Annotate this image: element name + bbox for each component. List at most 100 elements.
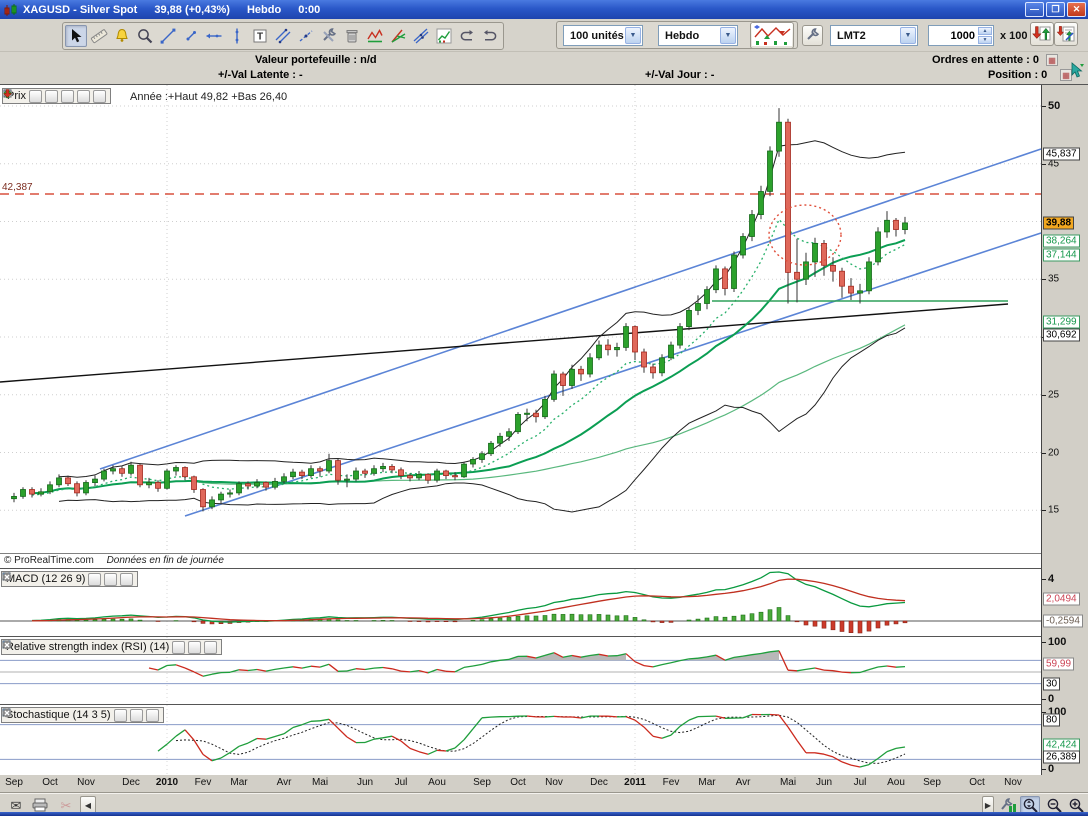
arrow-down-icon[interactable] [93,90,106,103]
tool-crossed-lines-button[interactable] [410,25,432,47]
buy-sell-order-button[interactable] [1030,22,1054,46]
wrench-icon[interactable] [88,573,101,586]
ruler-icon [90,27,108,45]
close-icon[interactable] [204,641,217,654]
price-axis-label: 20 [1048,448,1059,459]
price-value-box: 38,264 [1043,235,1080,248]
window-icon[interactable] [45,90,58,103]
tool-parallel-lines-button[interactable] [272,25,294,47]
tool-text-button[interactable]: T [249,25,271,47]
time-axis-label: Fev [663,777,680,788]
price-chart-canvas[interactable] [0,85,1042,568]
price-panel-header: Prix [2,88,111,104]
tool-pattern-zigzag-button[interactable] [364,25,386,47]
cursor-icon [67,27,85,45]
time-axis-label: Mar [230,777,247,788]
restore-button[interactable]: ❐ [1046,2,1065,17]
macd-panel[interactable]: MACD (12 26 9) [0,568,1042,636]
tool-delete-drawing-button[interactable] [341,25,363,47]
arrow-up-icon[interactable] [77,90,90,103]
chart-type-button[interactable] [750,22,794,49]
day-value-label: +/-Val Jour : - [645,69,714,81]
tool-drawing-tools-button[interactable] [318,25,340,47]
tool-cursor-button[interactable] [65,25,87,47]
tool-extended-line-button[interactable] [295,25,317,47]
quantity-input[interactable] [931,27,977,44]
close-icon[interactable] [61,90,74,103]
spin-down-icon[interactable]: ▼ [978,36,992,44]
price-value-box: 31,299 [1043,316,1080,329]
units-select[interactable]: 100 unités▼ [563,25,643,46]
macd-canvas[interactable] [0,569,1042,637]
stochastic-panel[interactable]: Stochastique (14 3 5) [0,704,1042,776]
price-value-box: 30,692 [1043,329,1080,342]
order-arrows-icon [1032,24,1052,44]
close-icon[interactable] [120,573,133,586]
tool-horizontal-line-button[interactable] [203,25,225,47]
tool-alerts-button[interactable] [111,25,133,47]
order-edit-icon [1056,24,1076,44]
wrench-icon[interactable] [29,90,42,103]
tool-redo-button[interactable] [479,25,501,47]
chevron-down-icon[interactable]: ▼ [900,27,916,44]
svg-text:T: T [257,32,263,43]
tool-segment-button[interactable] [180,25,202,47]
rsi-panel[interactable]: Relative strength index (RSI) (14) [0,636,1042,704]
price-panel[interactable]: Prix Année :+Haut 49,82 +Bas 26,40 42,38… [0,85,1042,568]
price-axis-label: 50 [1048,100,1060,112]
order-settings-button[interactable] [802,25,823,46]
modify-order-button[interactable] [1054,22,1078,46]
wrench-icon[interactable] [114,709,127,722]
arrow-left-icon: ◀ [85,801,91,810]
window-bottom-border [0,812,1088,816]
arrow-right-icon: ▶ [985,801,991,810]
timeframe-select[interactable]: Hebdo▼ [658,25,738,46]
portfolio-value-label: Valeur portefeuille : n/d [255,54,377,66]
tool-vertical-line-button[interactable] [226,25,248,47]
time-axis-label: Oct [969,777,985,788]
close-button[interactable]: ✕ [1067,2,1086,17]
tool-undo-button[interactable] [456,25,478,47]
time-axis[interactable]: SepOctNovDec2010FevMarAvrMaiJunJulAouSep… [0,775,1088,793]
time-axis-label: Aou [887,777,905,788]
time-axis-label: Avr [277,777,292,788]
macd-axis-label: 4 [1048,573,1054,585]
zoom-out-icon [1046,797,1063,814]
rsi-value-box: 30 [1043,678,1060,691]
copyright-bar: © ProRealTime.com Données en fin de jour… [0,553,1041,568]
lot-multiplier-label: x 100 [1000,30,1028,42]
crossed-lines-icon [412,27,430,45]
tool-chart-forecast-button[interactable] [433,25,455,47]
order-type-select[interactable]: LMT2▼ [830,25,918,46]
axis-tick [1042,579,1046,580]
minimize-button[interactable]: — [1025,2,1044,17]
rsi-axis-label: 0 [1048,693,1054,705]
tool-zoom-button[interactable] [134,25,156,47]
rsi-panel-header: Relative strength index (RSI) (14) [1,639,222,655]
level-line-label: 42,387 [2,182,33,193]
time-axis-label: Jun [816,777,832,788]
chevron-down-icon[interactable]: ▼ [720,27,736,44]
tool-ruler-button[interactable] [88,25,110,47]
wrench-icon[interactable] [172,641,185,654]
spin-up-icon[interactable]: ▲ [978,27,992,35]
price-axis-gutter[interactable]: 5045353025201545,83739,8838,26437,14431,… [1042,85,1088,776]
window-icon[interactable] [104,573,117,586]
orders-detail-icon[interactable]: ▦ [1046,54,1058,66]
time-axis-label: Jun [357,777,373,788]
pitchfork-icon [389,27,407,45]
tool-trendline-button[interactable] [157,25,179,47]
account-summary: Valeur portefeuille : n/d Ordres en atte… [0,52,1088,84]
window-title: XAGUSD - Silver Spot 39,88 (+0,43%) Hebd… [23,4,334,16]
window-icon[interactable] [130,709,143,722]
printer-icon [32,798,48,812]
chevron-down-icon[interactable]: ▼ [625,27,641,44]
timeframe: Hebdo [247,4,281,16]
pointer-tool-icon[interactable] [1068,62,1084,83]
axis-tick [1042,279,1046,280]
window-icon[interactable] [188,641,201,654]
close-icon[interactable] [146,709,159,722]
tool-pitchfork-button[interactable] [387,25,409,47]
undo-icon [458,27,476,45]
time-axis-label: Oct [42,777,58,788]
